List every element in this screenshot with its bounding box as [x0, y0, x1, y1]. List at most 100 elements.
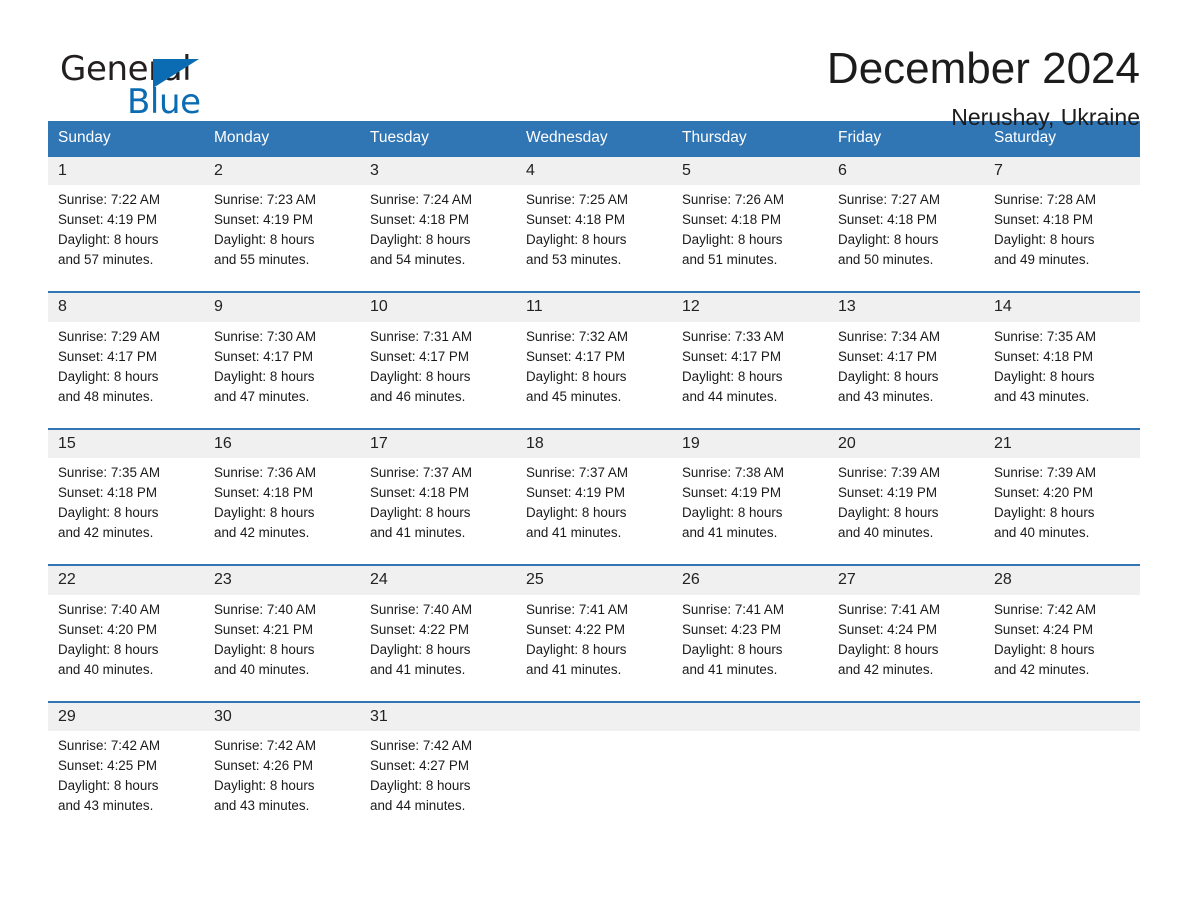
- day-number[interactable]: 5: [672, 155, 828, 186]
- title-block: December 2024 Nerushay, Ukraine: [827, 45, 1140, 130]
- day-cell[interactable]: Sunrise: 7:32 AM Sunset: 4:17 PM Daylight:…: [516, 321, 672, 429]
- weekday-header-wednesday: Wednesday: [516, 121, 672, 157]
- day-number[interactable]: 9: [204, 291, 360, 322]
- day-cell[interactable]: Sunrise: 7:40 AM Sunset: 4:21 PM Daylight:…: [204, 594, 360, 702]
- day-number[interactable]: 6: [828, 155, 984, 186]
- day-daylight1-text: Daylight: 8 hours: [526, 641, 627, 657]
- day-daylight1-text: Daylight: 8 hours: [526, 368, 627, 384]
- day-cell[interactable]: Sunrise: 7:33 AM Sunset: 4:17 PM Daylight:…: [672, 321, 828, 429]
- day-cell[interactable]: Sunrise: 7:25 AM Sunset: 4:18 PM Daylight:…: [516, 185, 672, 293]
- day-number[interactable]: 11: [516, 291, 672, 322]
- day-cell[interactable]: Sunrise: 7:38 AM Sunset: 4:19 PM Daylight:…: [672, 458, 828, 566]
- day-cell[interactable]: Sunrise: 7:37 AM Sunset: 4:19 PM Daylight:…: [516, 458, 672, 566]
- day-sunrise-text: Sunrise: 7:39 AM: [838, 465, 940, 481]
- day-daylight2-text: and 53 minutes.: [526, 252, 622, 268]
- day-sunrise-text: Sunrise: 7:42 AM: [994, 601, 1096, 617]
- day-sunrise-text: Sunrise: 7:32 AM: [526, 328, 628, 344]
- day-cell[interactable]: Sunrise: 7:22 AM Sunset: 4:19 PM Daylight:…: [48, 185, 204, 293]
- day-cell[interactable]: Sunrise: 7:41 AM Sunset: 4:24 PM Daylight:…: [828, 594, 984, 702]
- week-detail-row: Sunrise: 7:29 AM Sunset: 4:17 PM Daylight:…: [48, 321, 1140, 429]
- day-cell[interactable]: Sunrise: 7:27 AM Sunset: 4:18 PM Daylight:…: [828, 185, 984, 293]
- day-cell[interactable]: Sunrise: 7:39 AM Sunset: 4:19 PM Daylight:…: [828, 458, 984, 566]
- day-daylight2-text: and 51 minutes.: [682, 252, 778, 268]
- day-cell[interactable]: Sunrise: 7:39 AM Sunset: 4:20 PM Daylight:…: [984, 458, 1140, 566]
- day-number[interactable]: 16: [204, 427, 360, 459]
- day-sunrise-text: Sunrise: 7:36 AM: [214, 465, 316, 481]
- day-cell[interactable]: Sunrise: 7:40 AM Sunset: 4:20 PM Daylight:…: [48, 594, 204, 702]
- day-cell[interactable]: Sunrise: 7:42 AM Sunset: 4:26 PM Daylight:…: [204, 731, 360, 837]
- day-number[interactable]: 2: [204, 155, 360, 186]
- day-number[interactable]: 14: [984, 291, 1140, 322]
- day-sunset-text: Sunset: 4:19 PM: [682, 485, 781, 501]
- day-number[interactable]: 12: [672, 291, 828, 322]
- day-number[interactable]: 8: [48, 291, 204, 322]
- day-cell[interactable]: Sunrise: 7:42 AM Sunset: 4:24 PM Daylight:…: [984, 594, 1140, 702]
- day-daylight2-text: and 43 minutes.: [838, 388, 934, 404]
- day-number[interactable]: 26: [672, 564, 828, 595]
- day-number[interactable]: 3: [360, 155, 516, 186]
- day-number[interactable]: 24: [360, 564, 516, 595]
- day-number[interactable]: 19: [672, 427, 828, 459]
- day-number[interactable]: 20: [828, 427, 984, 459]
- day-cell[interactable]: Sunrise: 7:28 AM Sunset: 4:18 PM Daylight:…: [984, 185, 1140, 293]
- day-number[interactable]: 29: [48, 700, 204, 731]
- day-sunrise-text: Sunrise: 7:25 AM: [526, 192, 628, 208]
- day-cell[interactable]: Sunrise: 7:36 AM Sunset: 4:18 PM Daylight:…: [204, 458, 360, 566]
- day-number[interactable]: 21: [984, 427, 1140, 459]
- day-number[interactable]: 1: [48, 155, 204, 186]
- day-cell[interactable]: Sunrise: 7:40 AM Sunset: 4:22 PM Daylight:…: [360, 594, 516, 702]
- day-cell[interactable]: Sunrise: 7:34 AM Sunset: 4:17 PM Daylight:…: [828, 321, 984, 429]
- day-number[interactable]: 17: [360, 427, 516, 459]
- day-sunrise-text: Sunrise: 7:42 AM: [58, 738, 160, 753]
- day-cell[interactable]: Sunrise: 7:42 AM Sunset: 4:25 PM Daylight:…: [48, 731, 204, 837]
- day-sunset-text: Sunset: 4:26 PM: [214, 758, 313, 773]
- day-number[interactable]: 31: [360, 700, 516, 731]
- day-cell[interactable]: Sunrise: 7:42 AM Sunset: 4:27 PM Daylight:…: [360, 731, 516, 837]
- day-cell[interactable]: Sunrise: 7:31 AM Sunset: 4:17 PM Daylight:…: [360, 321, 516, 429]
- day-daylight2-text: and 50 minutes.: [838, 252, 934, 268]
- day-number[interactable]: 18: [516, 427, 672, 459]
- day-sunset-text: Sunset: 4:18 PM: [838, 212, 937, 228]
- day-daylight2-text: and 48 minutes.: [58, 388, 154, 404]
- day-cell[interactable]: Sunrise: 7:23 AM Sunset: 4:19 PM Daylight:…: [204, 185, 360, 293]
- day-cell-empty: [828, 731, 984, 837]
- day-sunrise-text: Sunrise: 7:35 AM: [994, 328, 1096, 344]
- day-daylight2-text: and 42 minutes.: [58, 525, 154, 541]
- day-cell[interactable]: Sunrise: 7:35 AM Sunset: 4:18 PM Daylight:…: [48, 458, 204, 566]
- day-number[interactable]: 27: [828, 564, 984, 595]
- day-sunset-text: Sunset: 4:18 PM: [370, 212, 469, 228]
- day-number[interactable]: 28: [984, 564, 1140, 595]
- day-sunrise-text: Sunrise: 7:37 AM: [526, 465, 628, 481]
- day-cell[interactable]: Sunrise: 7:30 AM Sunset: 4:17 PM Daylight:…: [204, 321, 360, 429]
- day-daylight2-text: and 40 minutes.: [994, 525, 1090, 541]
- weekday-header-sunday: Sunday: [48, 121, 204, 157]
- day-number[interactable]: 23: [204, 564, 360, 595]
- day-number[interactable]: 10: [360, 291, 516, 322]
- day-sunset-text: Sunset: 4:24 PM: [994, 621, 1093, 637]
- day-number[interactable]: 30: [204, 700, 360, 731]
- day-daylight2-text: and 43 minutes.: [58, 798, 154, 813]
- day-number[interactable]: 15: [48, 427, 204, 459]
- day-number[interactable]: 13: [828, 291, 984, 322]
- day-cell[interactable]: Sunrise: 7:24 AM Sunset: 4:18 PM Daylight:…: [360, 185, 516, 293]
- day-number[interactable]: 7: [984, 155, 1140, 186]
- day-daylight1-text: Daylight: 8 hours: [682, 232, 783, 248]
- day-daylight2-text: and 49 minutes.: [994, 252, 1090, 268]
- day-number[interactable]: 25: [516, 564, 672, 595]
- day-cell[interactable]: Sunrise: 7:41 AM Sunset: 4:23 PM Daylight:…: [672, 594, 828, 702]
- day-daylight2-text: and 41 minutes.: [526, 525, 622, 541]
- day-daylight2-text: and 45 minutes.: [526, 388, 622, 404]
- day-cell[interactable]: Sunrise: 7:29 AM Sunset: 4:17 PM Daylight:…: [48, 321, 204, 429]
- day-daylight2-text: and 54 minutes.: [370, 252, 466, 268]
- day-sunset-text: Sunset: 4:19 PM: [58, 212, 157, 228]
- day-number[interactable]: 4: [516, 155, 672, 186]
- day-cell[interactable]: Sunrise: 7:35 AM Sunset: 4:18 PM Daylight:…: [984, 321, 1140, 429]
- day-cell[interactable]: Sunrise: 7:26 AM Sunset: 4:18 PM Daylight:…: [672, 185, 828, 293]
- week-detail-row: Sunrise: 7:22 AM Sunset: 4:19 PM Daylight:…: [48, 185, 1140, 293]
- day-sunrise-text: Sunrise: 7:35 AM: [58, 465, 160, 481]
- day-cell[interactable]: Sunrise: 7:41 AM Sunset: 4:22 PM Daylight:…: [516, 594, 672, 702]
- day-daylight2-text: and 41 minutes.: [682, 525, 778, 541]
- day-number[interactable]: 22: [48, 564, 204, 595]
- day-cell[interactable]: Sunrise: 7:37 AM Sunset: 4:18 PM Daylight:…: [360, 458, 516, 566]
- day-sunset-text: Sunset: 4:23 PM: [682, 621, 781, 637]
